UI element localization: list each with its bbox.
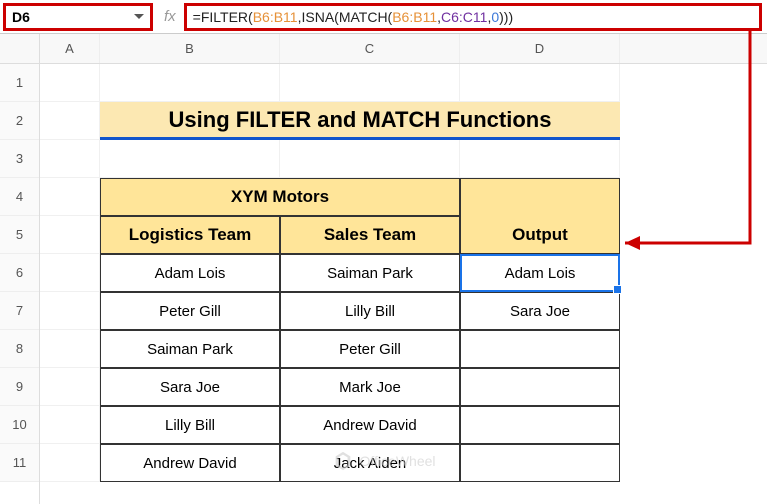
cell[interactable] — [280, 140, 460, 178]
row-header[interactable]: 8 — [0, 330, 39, 368]
name-box[interactable]: D6 — [3, 3, 153, 31]
cell[interactable]: Saiman Park — [100, 330, 280, 368]
col-header[interactable]: A — [40, 34, 100, 63]
row-header[interactable]: 10 — [0, 406, 39, 444]
table-row: Using FILTER and MATCH Functions — [40, 102, 767, 140]
cell[interactable] — [40, 140, 100, 178]
cell-d6-selected[interactable]: Adam Lois — [460, 254, 620, 292]
logo-icon — [332, 450, 354, 472]
table-row: Sara Joe Mark Joe — [40, 368, 767, 406]
row-header[interactable]: 4 — [0, 178, 39, 216]
cell[interactable]: Sara Joe — [100, 368, 280, 406]
cell[interactable] — [100, 140, 280, 178]
cell[interactable] — [40, 102, 100, 140]
cell[interactable] — [40, 178, 100, 216]
fx-icon: fx — [164, 8, 176, 25]
cell[interactable]: Mark Joe — [280, 368, 460, 406]
table-row: XYM Motors — [40, 178, 767, 216]
name-box-value: D6 — [12, 9, 30, 25]
watermark: OfficeWheel — [332, 450, 436, 472]
sheet-area: 1 2 3 4 5 6 7 8 9 10 11 A B C D — [0, 34, 767, 504]
header-sales[interactable]: Sales Team — [280, 216, 460, 254]
cell[interactable] — [280, 64, 460, 102]
header-xym[interactable]: XYM Motors — [100, 178, 460, 216]
table-row: Peter Gill Lilly Bill Sara Joe — [40, 292, 767, 330]
cell[interactable]: Peter Gill — [100, 292, 280, 330]
cell[interactable] — [40, 330, 100, 368]
formula-range: C6:C11 — [441, 9, 487, 25]
cell[interactable]: Andrew David — [100, 444, 280, 482]
cell[interactable] — [460, 406, 620, 444]
table-row: Saiman Park Peter Gill — [40, 330, 767, 368]
header-output-top[interactable] — [460, 178, 620, 216]
formula-bar[interactable]: =FILTER(B6:B11,ISNA(MATCH(B6:B11,C6:C11,… — [184, 3, 762, 31]
row-header[interactable]: 3 — [0, 140, 39, 178]
row-header[interactable]: 11 — [0, 444, 39, 482]
cell[interactable] — [100, 64, 280, 102]
cell[interactable]: Lilly Bill — [280, 292, 460, 330]
table-row: Adam Lois Saiman Park Adam Lois — [40, 254, 767, 292]
row-header[interactable]: 1 — [0, 64, 39, 102]
formula-range: B6:B11 — [392, 9, 437, 25]
cell[interactable]: Andrew David — [280, 406, 460, 444]
col-header[interactable]: B — [100, 34, 280, 63]
grid: A B C D Using FILTER and MATCH Functions — [40, 34, 767, 504]
formula-toolbar: D6 fx =FILTER(B6:B11,ISNA(MATCH(B6:B11,C… — [0, 0, 767, 34]
cells: Using FILTER and MATCH Functions XYM Mot… — [40, 64, 767, 482]
cell[interactable] — [40, 292, 100, 330]
cell[interactable] — [460, 140, 620, 178]
cell[interactable] — [40, 368, 100, 406]
cell[interactable] — [460, 368, 620, 406]
col-header[interactable]: D — [460, 34, 620, 63]
cell[interactable] — [40, 216, 100, 254]
table-row — [40, 64, 767, 102]
chevron-down-icon[interactable] — [134, 14, 144, 19]
cell-b6[interactable]: Adam Lois — [100, 254, 280, 292]
row-header[interactable]: 2 — [0, 102, 39, 140]
header-output[interactable]: Output — [460, 216, 620, 254]
formula-seg: ,ISNA(MATCH( — [298, 9, 393, 25]
row-header[interactable]: 7 — [0, 292, 39, 330]
cell[interactable]: Lilly Bill — [100, 406, 280, 444]
row-header[interactable]: 9 — [0, 368, 39, 406]
table-row: Logistics Team Sales Team Output — [40, 216, 767, 254]
table-row: Lilly Bill Andrew David — [40, 406, 767, 444]
select-all-corner[interactable] — [0, 34, 39, 64]
row-headers: 1 2 3 4 5 6 7 8 9 10 11 — [0, 34, 40, 504]
header-logistics[interactable]: Logistics Team — [100, 216, 280, 254]
col-header[interactable]: C — [280, 34, 460, 63]
cell[interactable] — [460, 444, 620, 482]
cell[interactable]: Peter Gill — [280, 330, 460, 368]
page-title[interactable]: Using FILTER and MATCH Functions — [100, 102, 620, 140]
cell[interactable]: Sara Joe — [460, 292, 620, 330]
formula-num: 0 — [491, 9, 499, 25]
table-row — [40, 140, 767, 178]
cell-c6[interactable]: Saiman Park — [280, 254, 460, 292]
watermark-text: OfficeWheel — [360, 453, 436, 469]
formula-seg: =FILTER( — [193, 9, 253, 25]
formula-range: B6:B11 — [253, 9, 298, 25]
cell[interactable] — [40, 406, 100, 444]
row-header[interactable]: 6 — [0, 254, 39, 292]
cell[interactable] — [40, 254, 100, 292]
formula-seg: ))) — [499, 9, 513, 25]
row-header[interactable]: 5 — [0, 216, 39, 254]
cell[interactable] — [40, 444, 100, 482]
column-headers: A B C D — [40, 34, 767, 64]
cell[interactable] — [40, 64, 100, 102]
cell[interactable] — [460, 330, 620, 368]
cell[interactable] — [460, 64, 620, 102]
